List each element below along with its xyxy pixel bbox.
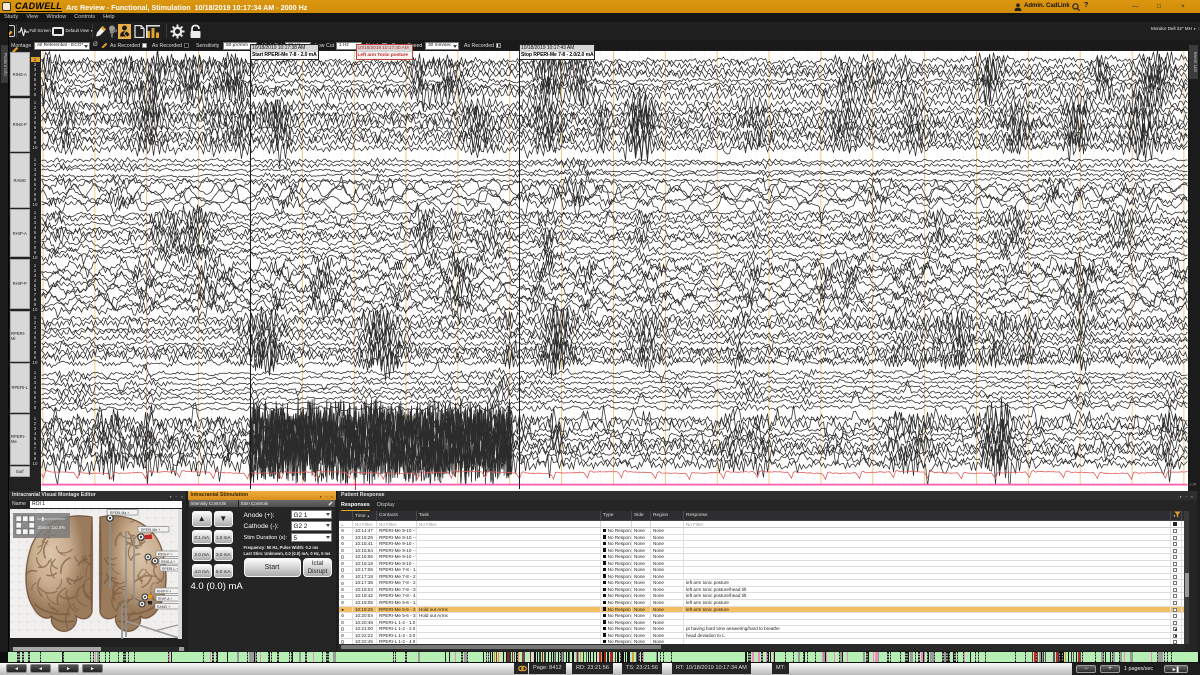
svg-text:RPERI-Me +: RPERI-Me + (141, 527, 160, 531)
svg-text:RPERI-Ma +: RPERI-Ma + (110, 510, 129, 514)
svg-text:RHIP-A +: RHIP-A + (158, 596, 172, 600)
svg-text:RHIP-P +: RHIP-P + (157, 589, 171, 593)
svg-text:Zoom: 110.0%: Zoom: 110.0% (38, 525, 65, 530)
svg-text:RINS-A +: RINS-A + (161, 559, 175, 563)
svg-text:RINS-P +: RINS-P + (158, 552, 172, 556)
svg-text:RAMG +: RAMG + (157, 604, 170, 608)
svg-text:RPERI-L +: RPERI-L + (162, 566, 178, 570)
